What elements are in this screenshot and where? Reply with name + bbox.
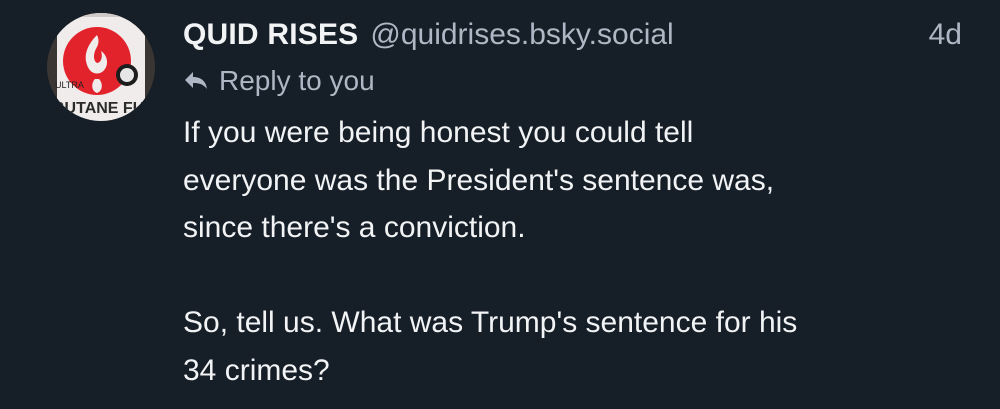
avatar-large-text: BUTANE FUEL (53, 100, 155, 117)
avatar-small-text: ULTRA (55, 80, 84, 90)
reply-context[interactable]: Reply to you (183, 61, 973, 101)
post-body-paragraph: If you were being honest you could tell … (183, 116, 775, 244)
reply-context-label: Reply to you (219, 65, 375, 96)
butane-fuel-can-icon: ULTRA BUTANE FUEL (47, 13, 155, 121)
post-body: If you were being honest you could tell … (183, 109, 973, 394)
author-avatar[interactable]: ULTRA BUTANE FUEL (47, 13, 155, 121)
post-header: QUID RISES @quidrises.bsky.social 4d (183, 14, 973, 56)
post-timestamp[interactable]: 4d (929, 14, 962, 56)
post-body-paragraph: So, tell us. What was Trump's sentence f… (183, 306, 798, 387)
author-display-name[interactable]: QUID RISES (183, 14, 358, 56)
reply-arrow-icon (185, 72, 207, 89)
post-card[interactable]: ULTRA BUTANE FUEL QUID RISES @quidrises.… (0, 0, 1000, 409)
author-handle[interactable]: @quidrises.bsky.social (370, 14, 673, 56)
post-content: QUID RISES @quidrises.bsky.social 4d Rep… (183, 14, 973, 394)
